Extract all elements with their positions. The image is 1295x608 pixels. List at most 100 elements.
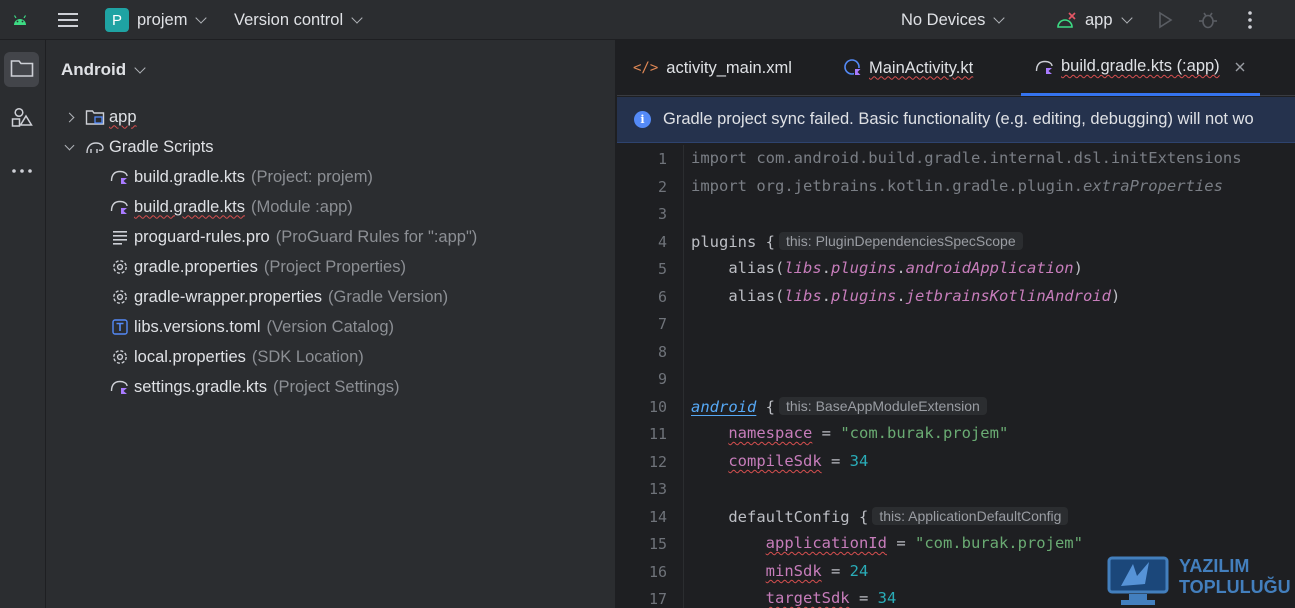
- code-token: ): [1110, 287, 1121, 305]
- code-token: namespace: [728, 424, 813, 442]
- code-token: =: [821, 562, 850, 580]
- project-name: projem: [137, 10, 188, 29]
- tree-item-hint: (Version Catalog): [266, 317, 395, 336]
- tree-item-label: Gradle Scripts: [109, 137, 214, 156]
- code-line: import com.android.build.gradle.internal…: [691, 149, 1242, 167]
- line-number: 15: [648, 535, 667, 553]
- tree-item-hint: (Module :app): [250, 197, 353, 216]
- gradle-kotlin-icon: [110, 197, 130, 217]
- code-token: android: [691, 398, 757, 416]
- gutter-divider: [683, 145, 684, 608]
- line-number: 3: [657, 205, 667, 223]
- code-line: import org.jetbrains.kotlin.gradle.plugi…: [691, 177, 1223, 195]
- tree-item-label: gradle-wrapper.properties: [134, 287, 323, 306]
- code-token: 24: [849, 562, 869, 580]
- version-control-label: Version control: [234, 10, 344, 29]
- run-config-selector[interactable]: app: [1055, 0, 1133, 40]
- tree-item-libs-versions[interactable]: libs.versions.toml (Version Catalog): [110, 312, 394, 342]
- tree-item-hint: (Gradle Version): [328, 287, 449, 306]
- code-token: ): [1073, 259, 1083, 277]
- version-control-menu[interactable]: Version control: [234, 0, 363, 40]
- close-icon[interactable]: [1234, 61, 1246, 73]
- chevron-down-icon: [134, 61, 146, 74]
- main-menu-icon[interactable]: [58, 0, 78, 40]
- tree-item-label: app: [109, 107, 137, 126]
- code-token: =: [886, 534, 915, 552]
- tree-item-label: build.gradle.kts: [134, 167, 245, 186]
- more-tools-button[interactable]: [4, 152, 39, 187]
- line-number: 9: [657, 370, 667, 388]
- tree-item-hint: (SDK Location): [251, 347, 364, 366]
- toml-file-icon: [110, 317, 130, 337]
- inlay-hint: this: BaseAppModuleExtension: [779, 397, 987, 415]
- watermark-logo: YAZILIM TOPLULUĞU: [1103, 546, 1295, 608]
- tab-label: activity_main.xml: [666, 58, 792, 77]
- tree-item-build-gradle-project[interactable]: build.gradle.kts (Project: projem): [110, 162, 373, 192]
- watermark-line2: TOPLULUĞU: [1179, 576, 1291, 597]
- code-token: targetSdk: [765, 589, 850, 607]
- line-number: 14: [648, 508, 667, 526]
- android-icon[interactable]: [12, 0, 28, 40]
- code-line: android {this: BaseAppModuleExtension: [691, 397, 987, 416]
- debug-icon[interactable]: [1198, 0, 1218, 40]
- code-token: applicationId: [765, 534, 887, 552]
- line-number: 13: [648, 480, 667, 498]
- chevron-down-icon: [1120, 11, 1133, 24]
- code-token: plugins: [831, 287, 897, 305]
- tree-item-app[interactable]: app: [64, 102, 137, 132]
- tab-activity-main-xml[interactable]: </> activity_main.xml: [633, 40, 792, 96]
- tree-item-local-properties[interactable]: local.properties (SDK Location): [110, 342, 364, 372]
- tree-item-label: libs.versions.toml: [134, 317, 261, 336]
- project-selector[interactable]: P projem: [105, 0, 208, 40]
- run-icon[interactable]: [1156, 0, 1174, 40]
- code-token: jetbrainsKotlinAndroid: [905, 287, 1111, 305]
- tree-item-hint: (Project: projem): [250, 167, 373, 186]
- project-panel: Android app Gradle Scripts build.gradle.…: [46, 40, 616, 608]
- top-toolbar: P projem Version control No Devices app: [0, 0, 1295, 40]
- tree-item-settings-gradle[interactable]: settings.gradle.kts (Project Settings): [110, 372, 400, 402]
- ellipsis-icon: [11, 162, 33, 177]
- tab-mainactivity-kt[interactable]: MainActivity.kt: [843, 40, 973, 96]
- code-token: =: [849, 589, 878, 607]
- code-line: minSdk = 24: [691, 562, 869, 580]
- tree-item-build-gradle-module[interactable]: build.gradle.kts (Module :app): [110, 192, 353, 222]
- tree-item-gradle-scripts[interactable]: Gradle Scripts: [64, 132, 214, 162]
- project-tool-button[interactable]: [4, 52, 39, 87]
- tree-item-gradle-wrapper-properties[interactable]: gradle-wrapper.properties (Gradle Versio…: [110, 282, 448, 312]
- line-number: 16: [648, 563, 667, 581]
- code-token: compileSdk: [728, 452, 822, 470]
- code-line: applicationId = "com.burak.projem": [691, 534, 1083, 552]
- tree-item-proguard-rules[interactable]: proguard-rules.pro (ProGuard Rules for "…: [110, 222, 477, 252]
- tool-window-strip: [0, 40, 46, 608]
- tab-label: MainActivity.kt: [869, 58, 974, 77]
- code-token: =: [812, 424, 841, 442]
- chevron-right-icon[interactable]: [64, 112, 75, 122]
- code-editor[interactable]: 1 2 3 4 5 6 7 8 9 10 11 12 13 14 15 16 1…: [617, 145, 1295, 608]
- tree-item-hint: (Project Settings): [272, 377, 400, 396]
- project-view-label: Android: [61, 60, 127, 79]
- inlay-hint: this: ApplicationDefaultConfig: [872, 507, 1069, 525]
- code-token: defaultConfig {: [691, 508, 869, 526]
- code-token: {: [756, 233, 775, 251]
- banner-text: Gradle project sync failed. Basic functi…: [663, 110, 1254, 128]
- more-options-icon[interactable]: [1240, 0, 1260, 40]
- code-token: {: [756, 398, 775, 416]
- code-token: "com.burak.projem": [840, 424, 1009, 442]
- project-badge: P: [105, 8, 129, 32]
- line-number: 17: [648, 590, 667, 608]
- code-line: namespace = "com.burak.projem": [691, 424, 1008, 442]
- code-line: alias(libs.plugins.jetbrainsKotlinAndroi…: [691, 287, 1121, 305]
- device-selector[interactable]: No Devices: [901, 0, 1006, 40]
- gradle-elephant-icon: [85, 137, 105, 157]
- folder-icon: [10, 58, 34, 81]
- resource-manager-button[interactable]: [4, 102, 39, 137]
- project-view-selector[interactable]: Android: [61, 60, 146, 80]
- tree-item-label: build.gradle.kts: [134, 197, 245, 216]
- android-app-icon: [1055, 11, 1077, 29]
- chevron-down-icon[interactable]: [64, 140, 75, 150]
- tab-build-gradle-app[interactable]: build.gradle.kts (:app): [1021, 40, 1260, 96]
- line-number: 10: [648, 398, 667, 416]
- tree-item-gradle-properties[interactable]: gradle.properties (Project Properties): [110, 252, 406, 282]
- code-line: compileSdk = 34: [691, 452, 868, 470]
- devices-label: No Devices: [901, 10, 986, 29]
